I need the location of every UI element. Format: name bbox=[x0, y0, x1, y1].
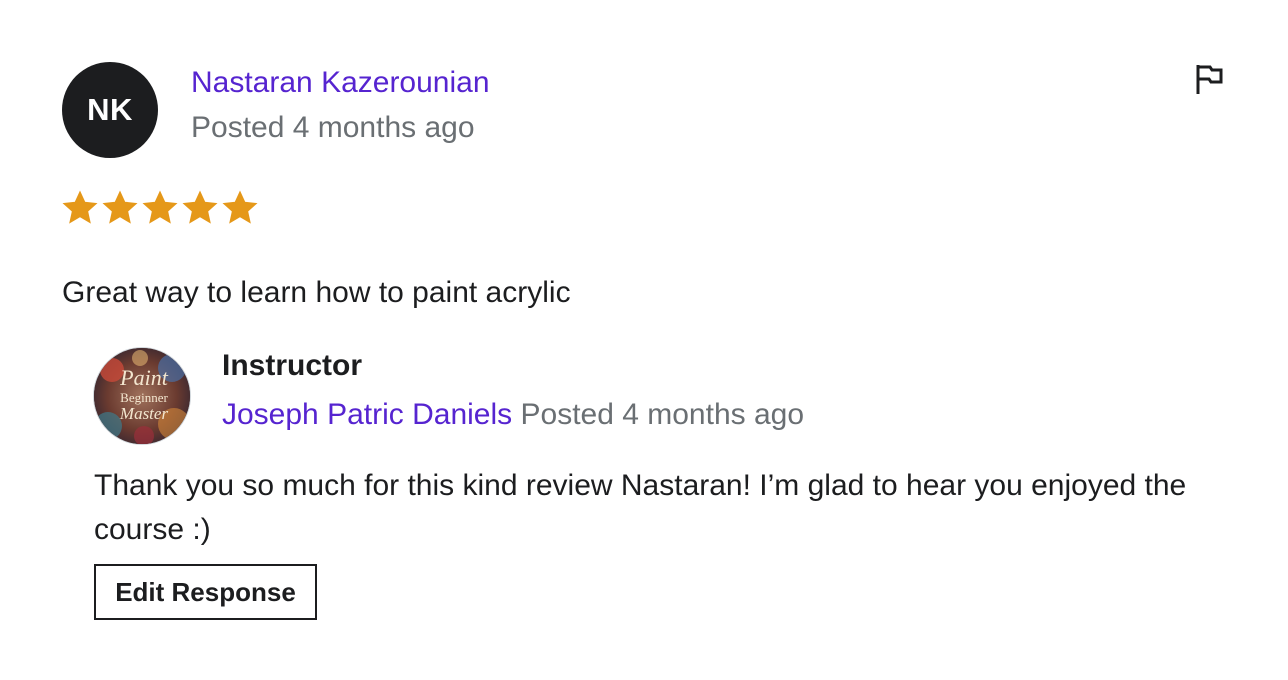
edit-response-button[interactable]: Edit Response bbox=[94, 564, 317, 620]
reviewer-name-link[interactable]: Nastaran Kazerounian bbox=[191, 66, 490, 100]
reviewer-posted-time: Posted 4 months ago bbox=[191, 111, 475, 144]
star-icon bbox=[102, 190, 138, 224]
star-icon bbox=[142, 190, 178, 224]
instructor-label: Instructor bbox=[222, 349, 363, 382]
instructor-avatar-line-3: Master bbox=[119, 404, 169, 423]
review-card: NK Nastaran Kazerounian Posted 4 months … bbox=[0, 0, 1288, 680]
instructor-meta: Joseph Patric Daniels Posted 4 months ag… bbox=[222, 398, 804, 432]
instructor-name-link[interactable]: Joseph Patric Daniels bbox=[222, 398, 512, 431]
star-icon bbox=[182, 190, 218, 224]
instructor-avatar-line-2: Beginner bbox=[120, 390, 168, 405]
reviewer-initials: NK bbox=[87, 92, 133, 127]
star-icon bbox=[62, 190, 98, 224]
flag-icon bbox=[1196, 65, 1223, 94]
instructor-avatar: Paint Beginner Master bbox=[94, 348, 190, 444]
report-flag-button[interactable] bbox=[1190, 60, 1228, 98]
review-text: Great way to learn how to paint acrylic bbox=[62, 276, 571, 309]
star-icon bbox=[222, 190, 258, 224]
instructor-posted-time: Posted 4 months ago bbox=[520, 398, 805, 431]
instructor-response-text: Thank you so much for this kind review N… bbox=[94, 469, 1187, 546]
reviewer-avatar: NK bbox=[62, 62, 158, 158]
star-rating bbox=[62, 190, 258, 226]
instructor-avatar-line-1: Paint bbox=[119, 365, 169, 390]
